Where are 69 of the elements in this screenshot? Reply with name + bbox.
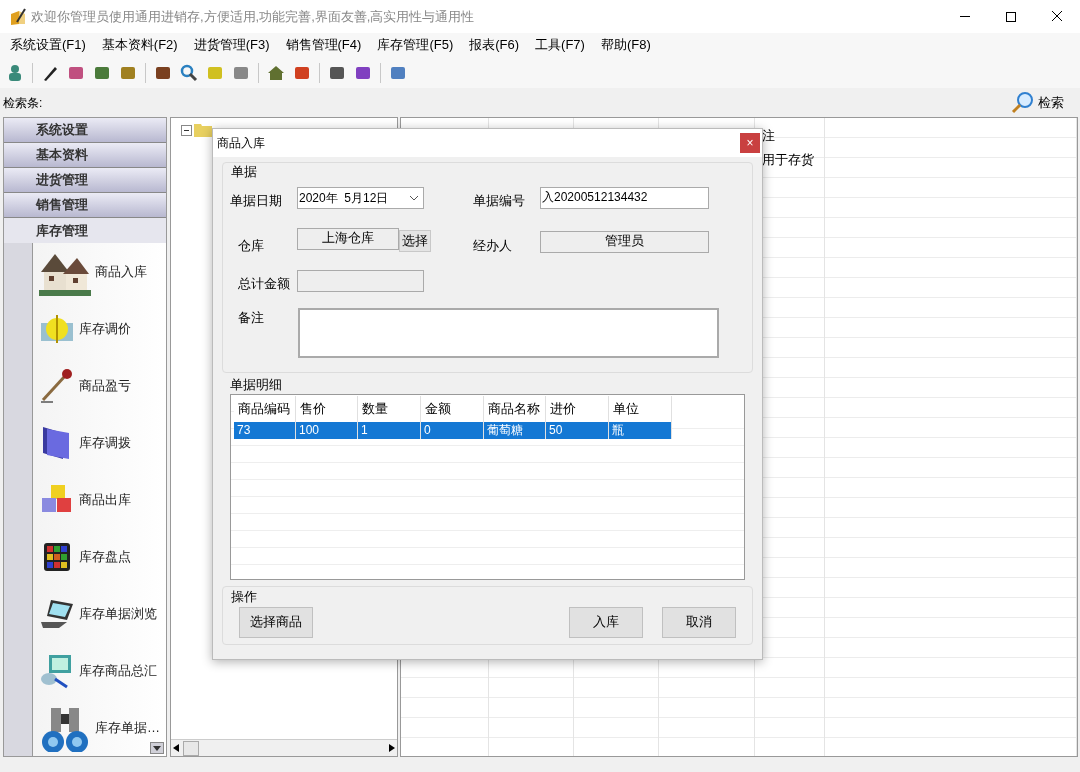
- sidebar-item[interactable]: 库存调拨: [33, 414, 166, 471]
- house-icon[interactable]: [267, 63, 285, 82]
- scroll-right-icon[interactable]: [389, 744, 395, 752]
- book-pencil-icon: [9, 7, 27, 26]
- group-label: 单据明细: [229, 375, 283, 394]
- group-label: 单据: [230, 163, 258, 181]
- dart-icon[interactable]: [39, 367, 75, 404]
- table-cell-text: 用于存货: [762, 150, 815, 169]
- field-label: 总计金额: [237, 274, 291, 293]
- search-button[interactable]: 检索: [1010, 90, 1064, 115]
- action-button[interactable]: 入库: [569, 606, 643, 638]
- menu-item[interactable]: 帮助(F8): [592, 35, 659, 55]
- sidebar-item[interactable]: 库存单据…: [33, 699, 166, 756]
- scroll-left-icon[interactable]: [172, 744, 179, 752]
- action-button[interactable]: 取消: [662, 606, 736, 638]
- table-cell: 73: [234, 422, 296, 439]
- menu-item[interactable]: 销售管理(F4): [277, 35, 370, 55]
- table-cell: 1: [358, 422, 421, 439]
- table-cell: 0: [421, 422, 484, 439]
- menu-item[interactable]: 库存管理(F5): [369, 35, 462, 55]
- caret-icon: [152, 745, 161, 751]
- sidebar-item[interactable]: 库存商品总汇: [33, 642, 166, 699]
- sidebar-item[interactable]: 商品出库: [33, 471, 166, 528]
- sidebar-item[interactable]: 库存调价: [33, 300, 166, 357]
- sidebar-group-header[interactable]: 销售管理: [4, 193, 166, 218]
- field-label: 单据编号: [473, 191, 526, 210]
- menu-item[interactable]: 工具(F7): [527, 35, 593, 55]
- table-cell: 瓶: [609, 422, 672, 439]
- dropdown-icon: [409, 194, 419, 201]
- handler-field: 管理员: [540, 230, 709, 253]
- number-field[interactable]: 入20200512134432: [540, 186, 709, 209]
- field-label: 仓库: [237, 236, 265, 255]
- search-label: 检索条:: [3, 94, 43, 112]
- collapse-icon[interactable]: [180, 125, 192, 136]
- person-icon[interactable]: [6, 63, 24, 82]
- sidebar-item[interactable]: 库存单据浏览: [33, 585, 166, 642]
- sidebar-item[interactable]: 库存盘点: [33, 528, 166, 585]
- horizontal-scrollbar[interactable]: [170, 739, 397, 756]
- close-button[interactable]: ×: [740, 133, 760, 153]
- magnifier-icon[interactable]: [180, 63, 198, 82]
- choose-button[interactable]: 选择: [399, 229, 431, 252]
- column-header: 注: [762, 127, 776, 145]
- field-label: 单据日期: [230, 191, 283, 210]
- group-label: 操作: [231, 588, 258, 606]
- action-button[interactable]: 选择商品: [239, 606, 313, 638]
- sidebar-group-header[interactable]: 系统设置: [4, 118, 166, 143]
- scroll-down-button[interactable]: [149, 742, 164, 754]
- sidebar-group-header[interactable]: 库存管理: [4, 218, 166, 243]
- window-title: 欢迎你管理员使用通用进销存,方便适用,功能完善,界面友善,高实用性与通用性: [31, 7, 475, 26]
- sidebar-item[interactable]: 商品盈亏: [33, 357, 166, 414]
- date-picker[interactable]: 2020年 5月12日: [297, 186, 424, 209]
- menu-item[interactable]: 进货管理(F3): [185, 35, 278, 55]
- field-label: 备注: [238, 308, 265, 327]
- dialog-title: 商品入库: [217, 135, 265, 152]
- table-row[interactable]: 73 100 1 0 葡萄糖 50 瓶: [234, 422, 672, 439]
- table-cell: 50: [546, 422, 609, 439]
- search-icon: [1010, 90, 1034, 115]
- note-field[interactable]: [298, 307, 719, 358]
- menu-item[interactable]: 系统设置(F1): [2, 35, 94, 55]
- table-cell: 葡萄糖: [484, 422, 546, 439]
- warehouse-field: 上海仓库: [297, 227, 399, 250]
- menu-item[interactable]: 报表(F6): [461, 35, 528, 55]
- table-cell: 100: [296, 422, 358, 439]
- sidebar-group-header[interactable]: 进货管理: [4, 168, 166, 193]
- field-label: 经办人: [473, 236, 513, 255]
- sidebar-group-header[interactable]: 基本资料: [4, 143, 166, 168]
- scrollbar-thumb[interactable]: [182, 740, 199, 756]
- menu-item[interactable]: 基本资料(F2): [93, 35, 186, 55]
- sidebar-item[interactable]: 商品入库: [33, 243, 166, 300]
